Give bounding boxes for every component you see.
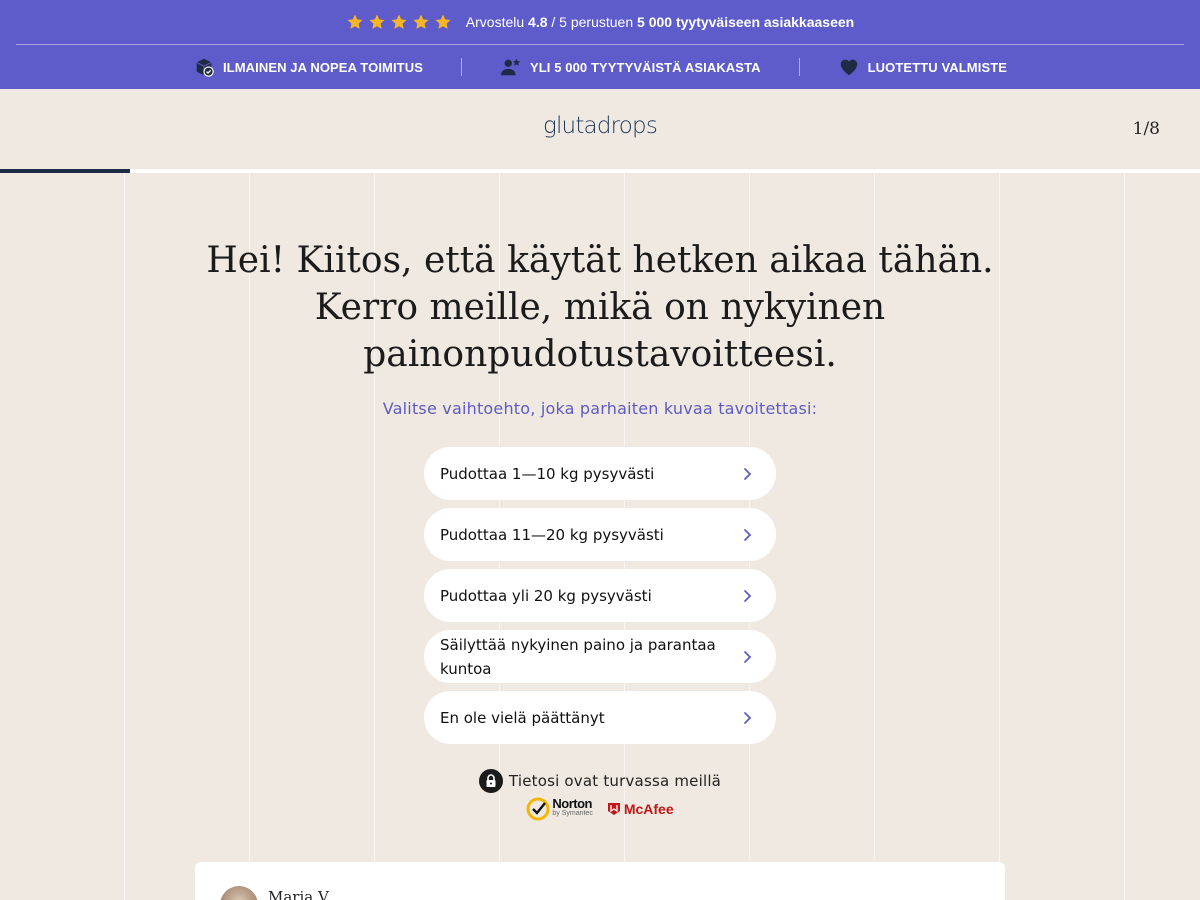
star-icon	[435, 14, 451, 29]
rating-customers: 5 000 tyytyväiseen asiakkaaseen	[637, 14, 855, 30]
feature-trusted: LUOTETTU VALMISTE	[800, 56, 1045, 78]
trust-badges: Norton by Symantec McAfee	[0, 797, 1200, 821]
chevron-right-icon	[744, 589, 752, 602]
answer-option[interactable]: Säilyttää nykyinen paino ja parantaa kun…	[424, 630, 776, 683]
reviewer-name: Maria V.	[268, 888, 331, 900]
star-icon	[369, 14, 385, 29]
security-text: Tietosi ovat turvassa meillä	[508, 772, 722, 790]
answer-option[interactable]: Pudottaa 1—10 kg pysyvästi	[424, 447, 776, 500]
chevron-right-icon	[744, 467, 752, 480]
rating-mid: / 5 perustuen	[551, 14, 634, 30]
answer-option[interactable]: Pudottaa yli 20 kg pysyvästi	[424, 569, 776, 622]
rating-prefix: Arvostelu	[465, 14, 525, 30]
norton-badge: Norton by Symantec	[526, 796, 593, 821]
shipping-box-icon	[196, 58, 214, 77]
answer-option[interactable]: En ole vielä päättänyt	[424, 691, 776, 744]
norton-text: Norton by Symantec	[552, 796, 593, 819]
promo-bar: Arvostelu 4.8 / 5 perustuen 5 000 tyytyv…	[0, 0, 1200, 89]
mcafee-name: McAfee	[623, 801, 674, 817]
site-header: glutadrops 1/8	[0, 89, 1200, 169]
mcafee-badge: McAfee	[607, 801, 674, 817]
chevron-right-icon	[744, 650, 752, 663]
answer-option-label: Pudottaa 1—10 kg pysyvästi	[440, 464, 655, 483]
step-counter: 1/8	[1132, 119, 1160, 139]
question-subtitle: Valitse vaihtoehto, joka parhaiten kuvaa…	[382, 399, 818, 418]
rating-value: 4.8	[528, 14, 548, 30]
answer-option-label: Säilyttää nykyinen paino ja parantaa kun…	[440, 635, 716, 678]
lock-icon	[478, 769, 503, 793]
feature-shipping: ILMAINEN JA NOPEA TOIMITUS	[155, 56, 461, 78]
star-icon	[413, 14, 429, 29]
users-star-icon	[500, 58, 521, 76]
answer-option[interactable]: Pudottaa 11—20 kg pysyvästi	[424, 508, 776, 561]
norton-by: by Symantec	[552, 810, 593, 817]
feature-trusted-label: LUOTETTU VALMISTE	[867, 59, 1008, 75]
answer-option-label: En ole vielä päättänyt	[440, 708, 605, 727]
answer-option-label: Pudottaa yli 20 kg pysyvästi	[440, 586, 652, 605]
star-icon	[391, 14, 407, 29]
security-note: Tietosi ovat turvassa meillä	[0, 769, 1200, 793]
question-title: Hei! Kiitos, että käytät hetken aikaa tä…	[206, 240, 994, 375]
rating-row: Arvostelu 4.8 / 5 perustuen 5 000 tyytyv…	[0, 0, 1200, 44]
norton-check-icon	[526, 797, 550, 821]
feature-row: ILMAINEN JA NOPEA TOIMITUS YLI 5 000 TYY…	[0, 45, 1200, 89]
heart-icon	[840, 59, 857, 76]
norton-name: Norton	[552, 796, 592, 811]
feature-customers: YLI 5 000 TYYTYVÄISTÄ ASIAKASTA	[462, 56, 799, 78]
feature-customers-label: YLI 5 000 TYYTYVÄISTÄ ASIAKASTA	[529, 59, 761, 75]
chevron-right-icon	[744, 711, 752, 724]
answer-options: Pudottaa 1—10 kg pysyvästi Pudottaa 11—2…	[424, 447, 776, 744]
star-icon	[347, 14, 363, 29]
feature-shipping-label: ILMAINEN JA NOPEA TOIMITUS	[222, 59, 423, 75]
brand-logo[interactable]: glutadrops	[0, 113, 1200, 139]
review-card: Maria V.	[195, 862, 1005, 900]
quiz-main: Hei! Kiitos, että käytät hetken aikaa tä…	[0, 173, 1200, 900]
rating-stars	[346, 13, 452, 31]
answer-option-label: Pudottaa 11—20 kg pysyvästi	[440, 525, 664, 544]
avatar	[220, 886, 258, 900]
rating-text: Arvostelu 4.8 / 5 perustuen 5 000 tyytyv…	[466, 14, 854, 30]
chevron-right-icon	[744, 528, 752, 541]
mcafee-shield-icon	[607, 803, 620, 815]
